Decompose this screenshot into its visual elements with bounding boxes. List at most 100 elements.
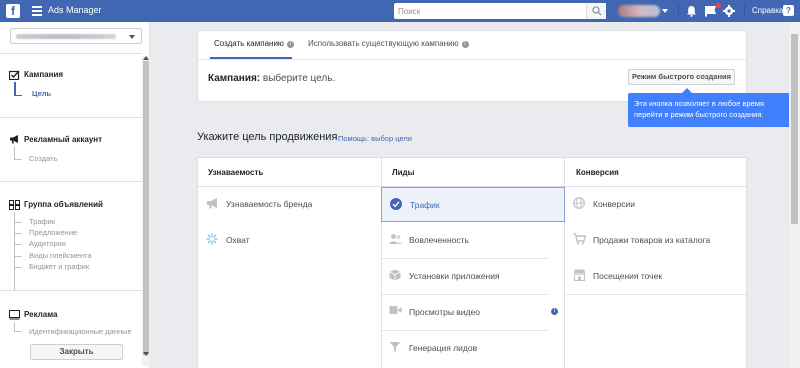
facebook-logo[interactable]: f: [6, 4, 20, 18]
menu-icon[interactable]: [32, 6, 42, 16]
sidebar-item-create[interactable]: Создать: [29, 154, 58, 163]
megaphone-icon: [10, 135, 18, 144]
search-box: [394, 3, 606, 19]
scrollbar-thumb[interactable]: [791, 34, 798, 224]
active-indicator: [14, 82, 16, 96]
column-heading-awareness: Узнаваемость: [208, 168, 264, 177]
column-heading-conversion: Конверсия: [576, 168, 619, 177]
tree-connector: [14, 222, 22, 223]
bell-icon[interactable]: [686, 5, 697, 17]
objective-conversions[interactable]: Конверсии: [565, 187, 746, 222]
divider: [0, 290, 142, 291]
campaign-hint: выберите цель.: [262, 73, 336, 84]
store-icon: [573, 269, 586, 281]
tree-connector: [14, 159, 22, 160]
main-scrollbar[interactable]: [789, 22, 800, 368]
tree-connector: [14, 146, 15, 160]
sidebar-item-goal[interactable]: Цель: [32, 89, 51, 98]
objective-label: Охват: [226, 235, 250, 245]
account-avatar[interactable]: [618, 5, 660, 17]
objective-engagement[interactable]: Вовлеченность: [381, 223, 565, 258]
sidebar-item-audience[interactable]: Аудитория: [29, 239, 66, 248]
shopping-cart-icon: [573, 233, 586, 245]
info-icon[interactable]: i: [461, 41, 469, 48]
globe-icon: [573, 197, 585, 209]
objective-lead-generation[interactable]: Генерация лидов: [381, 331, 565, 366]
account-select[interactable]: [10, 28, 142, 44]
tooltip-text: Эта кнопка позволяет в любое время перей…: [634, 99, 765, 119]
divider: [565, 294, 746, 295]
objective-brand-awareness[interactable]: Узнаваемость бренда: [198, 187, 381, 222]
objective-traffic[interactable]: Трафик: [381, 187, 565, 222]
objective-video-views[interactable]: Просмотры видео i: [381, 295, 565, 330]
tab-label: Создать кампанию: [214, 39, 284, 48]
sidebar-item-budget[interactable]: Бюджет и график: [29, 262, 89, 271]
notification-dot: [716, 3, 721, 8]
divider: [0, 53, 142, 54]
sidebar-item-identity[interactable]: Идентификационные данные: [29, 327, 132, 336]
objective-label: Узнаваемость бренда: [226, 199, 313, 209]
top-bar: f Ads Manager Справка ?: [0, 0, 800, 22]
objective-label: Вовлеченность: [409, 235, 469, 245]
info-icon[interactable]: i: [551, 308, 558, 315]
gear-icon[interactable]: [723, 5, 735, 17]
search-icon: [592, 6, 602, 16]
campaign-objective-label: Кампания: выберите цель.: [208, 73, 335, 84]
sidebar-item-offer[interactable]: Предложение: [29, 228, 77, 237]
info-icon[interactable]: i: [286, 41, 294, 48]
scroll-down-arrow-icon[interactable]: [143, 352, 149, 356]
objective-label: Установки приложения: [409, 271, 500, 281]
tree-connector: [14, 256, 22, 257]
video-camera-icon: [389, 306, 402, 314]
sidebar-item-traffic[interactable]: Трафик: [29, 217, 55, 226]
help-link[interactable]: Справка: [752, 6, 783, 15]
campaign-label: Кампания:: [208, 73, 261, 84]
campaign-icon: [9, 70, 20, 80]
search-button[interactable]: [586, 3, 606, 19]
goal-help-link[interactable]: Помощь: выбор цели: [338, 134, 412, 143]
sidebar-item-placements[interactable]: Виды плейсмента: [29, 251, 92, 260]
people-icon: [389, 234, 402, 244]
tree-connector: [14, 212, 15, 290]
sidebar-scrollbar[interactable]: [142, 56, 150, 366]
divider: [0, 117, 142, 118]
check-circle-icon: [390, 198, 402, 210]
objective-label: Посещения точек: [593, 271, 663, 281]
ad-icon: [9, 310, 20, 320]
objective-label: Продажи товаров из каталога: [593, 235, 711, 245]
sidebar-section-campaign[interactable]: Кампания: [24, 70, 63, 79]
quick-creation-tooltip: Эта кнопка позволяет в любое время перей…: [628, 93, 800, 127]
tab-use-existing-campaign[interactable]: Использовать существующую кампанию i: [308, 39, 469, 48]
quick-creation-button[interactable]: Режим быстрого создания: [628, 69, 735, 85]
objective-label: Генерация лидов: [409, 343, 478, 353]
sidebar-section-ad[interactable]: Реклама: [24, 310, 57, 319]
chevron-down-icon[interactable]: [662, 9, 668, 13]
tab-create-campaign[interactable]: Создать кампанию i: [214, 39, 294, 48]
chevron-down-icon: [129, 35, 135, 39]
sidebar-section-ad-account[interactable]: Рекламный аккаунт: [24, 135, 102, 144]
tree-connector: [14, 331, 22, 332]
help-icon[interactable]: ?: [783, 5, 794, 16]
search-input[interactable]: [394, 3, 584, 19]
divider: [198, 59, 746, 60]
objective-catalog-sales[interactable]: Продажи товаров из каталога: [565, 223, 746, 258]
objective-app-installs[interactable]: Установки приложения: [381, 259, 565, 294]
close-button[interactable]: Закрыть: [30, 344, 123, 360]
app-title[interactable]: Ads Manager: [48, 5, 102, 15]
account-name-blurred: [16, 34, 116, 39]
objective-reach[interactable]: Охват: [198, 223, 381, 258]
divider: [0, 181, 142, 182]
sidebar-section-ad-set[interactable]: Группа объявлений: [24, 200, 103, 209]
scroll-up-arrow-icon[interactable]: [143, 56, 149, 60]
tree-connector: [14, 244, 22, 245]
column-heading-leads: Лиды: [392, 168, 415, 177]
scrollbar-thumb[interactable]: [143, 61, 149, 355]
tree-connector: [14, 95, 22, 96]
flag-icon[interactable]: [704, 5, 717, 17]
reach-icon: [206, 233, 218, 245]
tree-connector: [14, 233, 22, 234]
tree-connector: [14, 267, 22, 268]
tab-label: Использовать существующую кампанию: [308, 39, 459, 48]
divider: [744, 4, 745, 18]
objective-store-visits[interactable]: Посещения точек: [565, 259, 746, 294]
